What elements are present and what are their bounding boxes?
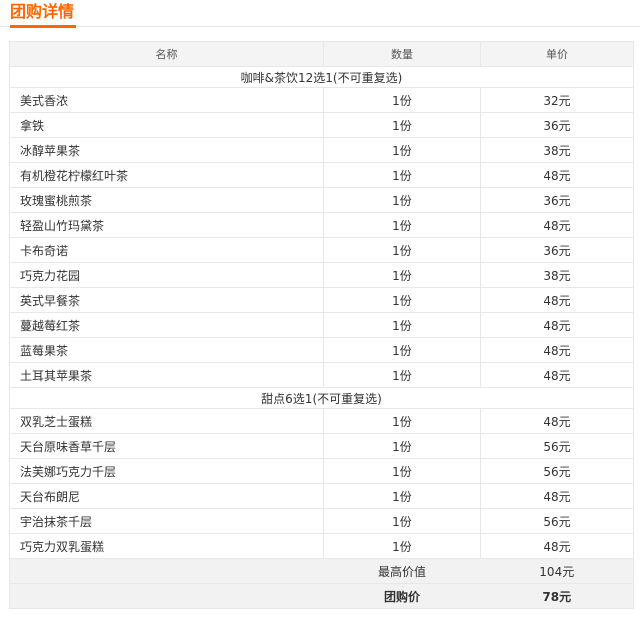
summary-row-max-value: 最高价值 104元 (9, 558, 634, 584)
header-name: 名称 (9, 41, 324, 67)
summary-row-deal-price: 团购价 78元 (9, 583, 634, 609)
summary-label: 团购价 (323, 583, 481, 609)
item-name: 土耳其苹果茶 (9, 362, 324, 388)
table-row: 蔓越莓红茶 1份 48元 (9, 312, 634, 338)
item-price: 56元 (480, 508, 634, 534)
table-row: 天台原味香草千层 1份 56元 (9, 433, 634, 459)
item-name: 蔓越莓红茶 (9, 312, 324, 338)
item-price: 36元 (480, 112, 634, 138)
group-title: 甜点6选1(不可重复选) (9, 387, 634, 409)
item-quantity: 1份 (323, 112, 481, 138)
item-name: 巧克力花园 (9, 262, 324, 288)
item-price: 38元 (480, 262, 634, 288)
summary-spacer (9, 583, 324, 609)
item-price: 56元 (480, 458, 634, 484)
item-name: 玫瑰蜜桃煎茶 (9, 187, 324, 213)
item-price: 32元 (480, 87, 634, 113)
item-name: 天台布朗尼 (9, 483, 324, 509)
table-row: 美式香浓 1份 32元 (9, 87, 634, 113)
table-row: 冰醇苹果茶 1份 38元 (9, 137, 634, 163)
item-quantity: 1份 (323, 287, 481, 313)
deal-details-panel: 团购详情 名称 数量 单价 咖啡&茶饮12选1(不可重复选) 美式香浓 1份 32元拿… (0, 0, 640, 618)
item-quantity: 1份 (323, 162, 481, 188)
item-price: 36元 (480, 187, 634, 213)
item-name: 双乳芝士蛋糕 (9, 408, 324, 434)
item-name: 美式香浓 (9, 87, 324, 113)
item-quantity: 1份 (323, 87, 481, 113)
table-row: 法芙娜巧克力千层 1份 56元 (9, 458, 634, 484)
table-body: 名称 数量 单价 咖啡&茶饮12选1(不可重复选) 美式香浓 1份 32元 拿铁 1份 36… (9, 41, 634, 609)
summary-value: 78元 (480, 583, 634, 609)
table-row: 双乳芝士蛋糕 1份 48元 (9, 408, 634, 434)
item-quantity: 1份 (323, 508, 481, 534)
item-name: 拿铁 (9, 112, 324, 138)
table-row: 有机橙花柠檬红叶茶 1份 48元 (9, 162, 634, 188)
item-quantity: 1份 (323, 362, 481, 388)
deal-details-table: 名称 数量 单价 咖啡&茶饮12选1(不可重复选) 美式香浓 1份 32元 拿铁 1份 36… (9, 41, 634, 609)
item-price: 48元 (480, 162, 634, 188)
item-name: 蓝莓果茶 (9, 337, 324, 363)
table-row: 拿铁 1份 36元 (9, 112, 634, 138)
item-name: 巧克力双乳蛋糕 (9, 533, 324, 559)
item-quantity: 1份 (323, 533, 481, 559)
group-title: 咖啡&茶饮12选1(不可重复选) (9, 66, 634, 88)
header-quantity: 数量 (323, 41, 481, 67)
item-quantity: 1份 (323, 212, 481, 238)
item-name: 宇治抹茶千层 (9, 508, 324, 534)
table-row: 英式早餐茶 1份 48元 (9, 287, 634, 313)
item-price: 48元 (480, 533, 634, 559)
section-header: 团购详情 (0, 0, 640, 28)
item-price: 38元 (480, 137, 634, 163)
section-title: 团购详情 (10, 3, 77, 28)
group-row: 甜点6选1(不可重复选) (9, 387, 634, 409)
table-row: 轻盈山竹玛黛茶 1份 48元 (9, 212, 634, 238)
item-price: 48元 (480, 483, 634, 509)
table-row: 玫瑰蜜桃煎茶 1份 36元 (9, 187, 634, 213)
item-price: 48元 (480, 212, 634, 238)
item-name: 英式早餐茶 (9, 287, 324, 313)
item-quantity: 1份 (323, 483, 481, 509)
item-name: 冰醇苹果茶 (9, 137, 324, 163)
group-row: 咖啡&茶饮12选1(不可重复选) (9, 66, 634, 88)
summary-label: 最高价值 (323, 558, 481, 584)
table-row: 天台布朗尼 1份 48元 (9, 483, 634, 509)
item-quantity: 1份 (323, 262, 481, 288)
item-price: 48元 (480, 362, 634, 388)
item-quantity: 1份 (323, 312, 481, 338)
item-quantity: 1份 (323, 237, 481, 263)
summary-spacer (9, 558, 324, 584)
item-name: 有机橙花柠檬红叶茶 (9, 162, 324, 188)
table-row: 宇治抹茶千层 1份 56元 (9, 508, 634, 534)
item-quantity: 1份 (323, 337, 481, 363)
item-quantity: 1份 (323, 433, 481, 459)
item-name: 天台原味香草千层 (9, 433, 324, 459)
item-quantity: 1份 (323, 408, 481, 434)
item-price: 48元 (480, 287, 634, 313)
item-quantity: 1份 (323, 187, 481, 213)
item-name: 卡布奇诺 (9, 237, 324, 263)
table-row: 蓝莓果茶 1份 48元 (9, 337, 634, 363)
item-name: 轻盈山竹玛黛茶 (9, 212, 324, 238)
item-price: 36元 (480, 237, 634, 263)
item-price: 56元 (480, 433, 634, 459)
item-price: 48元 (480, 312, 634, 338)
item-price: 48元 (480, 337, 634, 363)
item-name: 法芙娜巧克力千层 (9, 458, 324, 484)
table-header-row: 名称 数量 单价 (9, 41, 634, 67)
summary-value: 104元 (480, 558, 634, 584)
header-unit-price: 单价 (480, 41, 634, 67)
table-row: 巧克力花园 1份 38元 (9, 262, 634, 288)
item-price: 48元 (480, 408, 634, 434)
table-row: 卡布奇诺 1份 36元 (9, 237, 634, 263)
table-row: 土耳其苹果茶 1份 48元 (9, 362, 634, 388)
table-row: 巧克力双乳蛋糕 1份 48元 (9, 533, 634, 559)
item-quantity: 1份 (323, 458, 481, 484)
item-quantity: 1份 (323, 137, 481, 163)
